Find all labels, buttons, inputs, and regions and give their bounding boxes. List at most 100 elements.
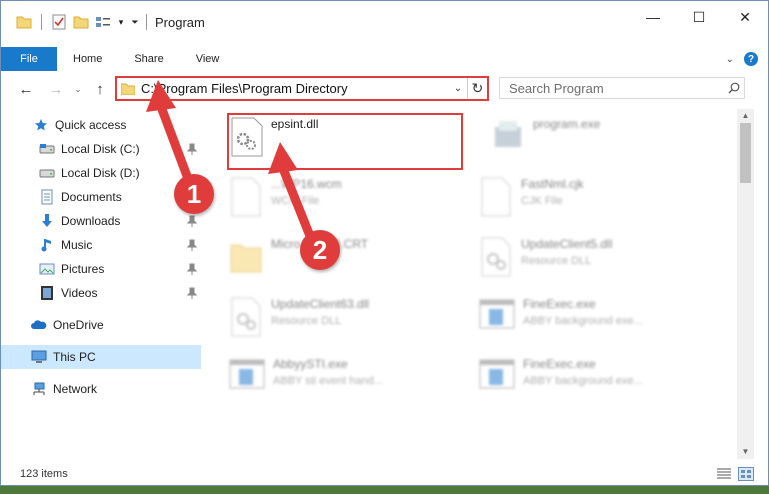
tab-file[interactable]: File — [1, 47, 57, 71]
navigation-pane: Quick access Local Disk (C:) Local Disk … — [1, 109, 207, 459]
scroll-down-icon[interactable]: ▼ — [737, 445, 754, 459]
properties-icon[interactable] — [50, 13, 68, 31]
divider — [146, 14, 147, 30]
sidebar-item-label: Network — [53, 382, 98, 396]
tab-home[interactable]: Home — [57, 47, 118, 71]
sidebar-item-network[interactable]: Network — [1, 377, 201, 401]
step-2-badge: 2 — [300, 230, 340, 270]
file-item-fineexec-2[interactable]: FineExec.exe ABBY background exe... — [457, 353, 707, 405]
sidebar-item-label: Documents — [61, 190, 122, 204]
address-bar[interactable]: C:\Program Files\Program Directory ⌄ ↻ — [115, 76, 489, 101]
expand-ribbon-icon[interactable]: ⌄ — [726, 54, 734, 65]
details-view-icon[interactable] — [716, 467, 732, 481]
sidebar-item-label: Music — [61, 238, 93, 252]
sidebar-item-label: Quick access — [55, 118, 127, 132]
pin-icon[interactable] — [187, 143, 197, 155]
sidebar-item-label: Videos — [61, 286, 98, 300]
file-name: AbbyySTI.exe — [273, 357, 348, 371]
file-item-updateclient5[interactable]: UpdateClient5.dll Resource DLL — [457, 233, 707, 285]
address-path[interactable]: C:\Program Files\Program Directory — [141, 81, 449, 96]
new-folder-icon[interactable] — [72, 13, 90, 31]
file-item-fineexec[interactable]: FineExec.exe ABBY background exe... — [457, 293, 707, 345]
file-name: program.exe — [533, 117, 601, 131]
refresh-icon[interactable]: ↻ — [467, 78, 487, 99]
highlight-box — [227, 113, 463, 170]
dll-gear-icon — [231, 297, 261, 337]
folder-icon — [15, 13, 33, 31]
window-controls: — ☐ ✕ — [630, 1, 768, 33]
view-options-icon[interactable] — [94, 13, 112, 31]
scroll-up-icon[interactable]: ▲ — [737, 109, 754, 123]
blank-file-icon — [231, 177, 261, 217]
ribbon-right-controls: ⌄ ? — [726, 47, 758, 71]
file-item-fastnml[interactable]: FastNml.cjk CJK File — [457, 173, 707, 225]
pictures-icon — [39, 261, 55, 277]
pin-icon[interactable] — [187, 215, 197, 227]
pin-icon[interactable] — [187, 287, 197, 299]
sidebar-item-downloads[interactable]: Downloads — [1, 209, 201, 233]
file-name: UpdateClient5.dll — [521, 237, 613, 251]
customize-toolbar-icon[interactable]: ⏷ — [130, 13, 140, 31]
documents-icon — [39, 189, 55, 205]
sidebar-item-music[interactable]: Music — [1, 233, 201, 257]
exe-window-icon — [479, 359, 515, 389]
star-icon — [33, 117, 49, 133]
title-bar: ▾ ⏷ Program — ☐ ✕ — [1, 1, 768, 43]
close-button[interactable]: ✕ — [722, 1, 768, 33]
help-icon[interactable]: ? — [744, 52, 758, 66]
computer-icon — [31, 349, 47, 365]
file-name: UpdateClient63.dll — [271, 297, 370, 311]
file-item-wcm[interactable]: ...WP16.wcm WCM File — [207, 173, 457, 225]
sidebar-item-this-pc[interactable]: This PC — [1, 345, 201, 369]
sidebar-item-local-disk-c[interactable]: Local Disk (C:) — [1, 137, 201, 161]
pin-icon[interactable] — [187, 239, 197, 251]
back-arrow-icon[interactable]: ← — [17, 79, 35, 99]
cloud-icon — [31, 317, 47, 333]
file-type: CJK File — [521, 195, 563, 207]
maximize-button[interactable]: ☐ — [676, 1, 722, 33]
sidebar-item-videos[interactable]: Videos — [1, 281, 201, 305]
file-item-program-exe[interactable]: program.exe — [469, 113, 719, 165]
chevron-down-icon[interactable]: ▾ — [116, 13, 126, 31]
file-type: WCM File — [271, 195, 320, 207]
chevron-down-icon[interactable]: ⌄ — [449, 83, 467, 94]
sidebar-item-onedrive[interactable]: OneDrive — [1, 313, 201, 337]
step-1-badge: 1 — [174, 174, 214, 214]
tab-share[interactable]: Share — [118, 47, 179, 71]
divider — [41, 14, 42, 30]
sidebar-item-pictures[interactable]: Pictures — [1, 257, 201, 281]
scroll-thumb[interactable] — [740, 123, 751, 183]
sidebar-item-documents[interactable]: Documents — [1, 185, 201, 209]
search-input[interactable] — [509, 80, 724, 96]
search-icon[interactable] — [724, 82, 744, 94]
folder-icon — [230, 244, 262, 273]
file-name: FineExec.exe — [523, 297, 596, 311]
pin-icon[interactable] — [187, 263, 197, 275]
sidebar-item-local-disk-d[interactable]: Local Disk (D:) — [1, 161, 201, 185]
up-arrow-icon[interactable]: ↑ — [91, 79, 109, 99]
file-type: ABBY background exe... — [523, 315, 643, 327]
ribbon-tabs: File Home Share View ⌄ ? — [1, 47, 768, 71]
dll-gear-icon — [481, 237, 511, 277]
file-type: ABBY sti event hand... — [273, 375, 383, 387]
recent-locations-icon[interactable]: ⌄ — [69, 79, 87, 99]
tab-view[interactable]: View — [180, 47, 236, 71]
sidebar-item-quick-access[interactable]: Quick access — [1, 113, 201, 137]
large-icons-view-icon[interactable] — [738, 467, 754, 481]
videos-icon — [39, 285, 55, 301]
file-type: ABBY background exe... — [523, 375, 643, 387]
drive-icon — [39, 165, 55, 181]
sidebar-item-label: OneDrive — [53, 318, 104, 332]
download-icon — [39, 213, 55, 229]
sidebar-item-label: This PC — [53, 350, 96, 364]
minimize-button[interactable]: — — [630, 1, 676, 33]
network-icon — [31, 381, 47, 397]
exe-window-icon — [229, 359, 265, 389]
view-switcher — [716, 467, 754, 481]
file-item-updateclient63[interactable]: UpdateClient63.dll Resource DLL — [207, 293, 457, 345]
forward-arrow-icon[interactable]: → — [47, 79, 65, 99]
file-item-abbyysti[interactable]: AbbyySTI.exe ABBY sti event hand... — [207, 353, 457, 405]
search-box[interactable] — [499, 77, 745, 99]
address-row: ← → ⌄ ↑ C:\Program Files\Program Directo… — [1, 75, 768, 103]
vertical-scrollbar[interactable]: ▲ ▼ — [737, 109, 754, 459]
